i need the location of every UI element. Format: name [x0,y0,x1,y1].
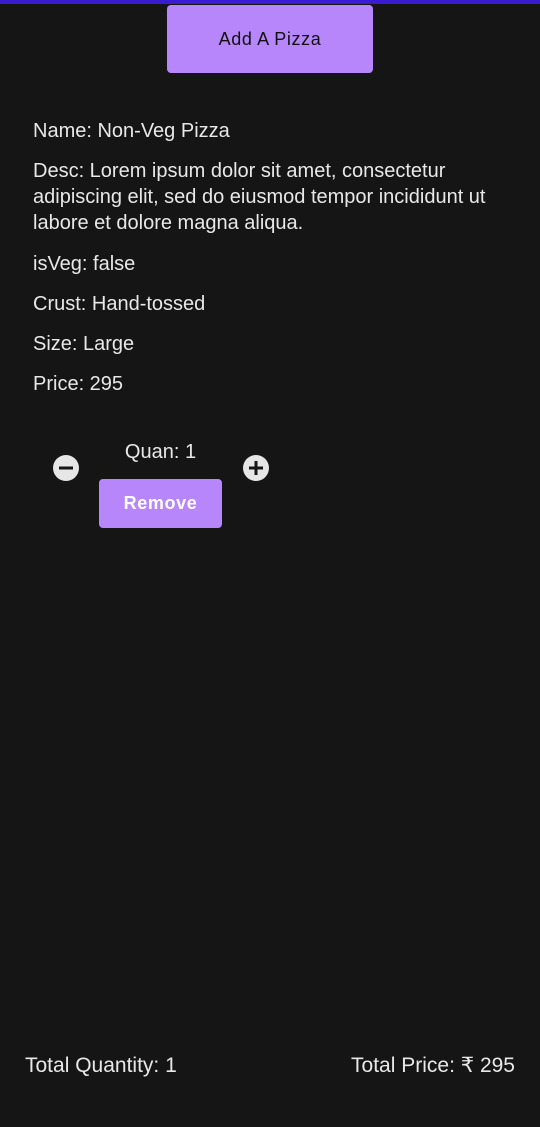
pizza-crust: Crust: Hand-tossed [33,293,206,315]
pizza-is-veg: isVeg: false [33,253,136,275]
top-accent-strip [0,0,540,4]
total-quantity: Total Quantity: 1 [25,1054,177,1077]
plus-circle-icon [249,461,263,475]
pizza-name: Name: Non-Veg Pizza [33,120,230,142]
pizza-price: Price: 295 [33,373,124,395]
pizza-description: Desc: Lorem ipsum dolor sit amet, consec… [33,160,486,234]
pizza-details: Name: Non-Veg Pizza Desc: Lorem ipsum do… [33,118,503,411]
pizza-size: Size: Large [33,333,135,355]
add-pizza-button[interactable]: Add A Pizza [167,5,373,73]
quantity-label: Quan: 1 [124,441,197,463]
minus-circle-icon [59,466,73,470]
decrease-quantity-button[interactable] [53,455,79,481]
total-price: Total Price: ₹ 295 [351,1054,515,1077]
remove-button[interactable]: Remove [99,479,222,528]
increase-quantity-button[interactable] [243,455,269,481]
